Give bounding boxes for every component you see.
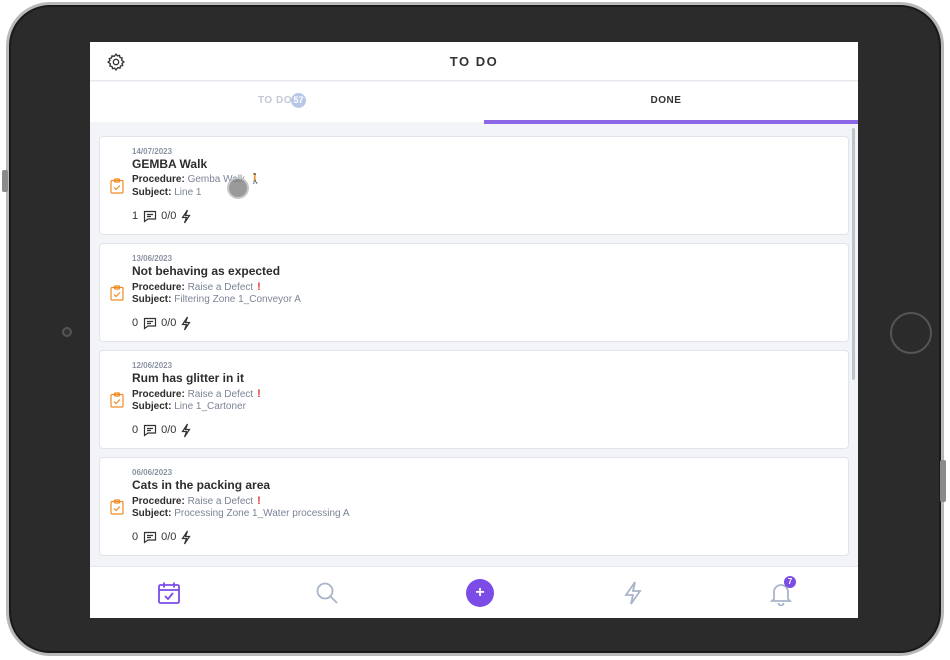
procedure-value: Raise a Defect <box>187 496 254 507</box>
camera <box>62 327 72 337</box>
task-card[interactable]: 13/06/2023 Not behaving as expected Proc… <box>99 243 849 342</box>
task-list: 14/07/2023 GEMBA Walk Procedure: Gemba W… <box>99 136 849 566</box>
subject-label: Subject: <box>132 508 172 519</box>
side-button <box>2 170 8 192</box>
tab-bar: TO DO57 DONE <box>90 82 858 122</box>
notification-badge: 7 <box>784 576 796 588</box>
clipboard-icon <box>110 178 124 194</box>
active-tab-indicator <box>484 120 858 124</box>
card-procedure: Procedure: Raise a Defect! <box>132 281 261 293</box>
bolt-icon[interactable] <box>620 580 646 606</box>
comment-count: 0 <box>132 424 139 436</box>
bolt-icon <box>181 530 192 544</box>
card-subject: Subject: Processing Zone 1_Water process… <box>132 508 350 519</box>
count-badge: 57 <box>290 92 306 108</box>
tab-label: TO DO <box>258 95 292 106</box>
bolt-icon <box>181 423 192 437</box>
subject-value: Processing Zone 1_Water processing A <box>174 508 350 519</box>
task-card[interactable]: 06/06/2023 Cats in the packing area Proc… <box>99 457 849 556</box>
subject-label: Subject: <box>132 187 172 198</box>
card-procedure: Procedure: Raise a Defect! <box>132 495 261 507</box>
card-date: 13/06/2023 <box>132 254 173 263</box>
add-icon: + <box>475 584 485 601</box>
tab-label: DONE <box>650 95 682 106</box>
bolt-icon <box>181 209 192 223</box>
comment-count: 0 <box>132 531 139 543</box>
clipboard-icon <box>110 285 124 301</box>
clipboard-icon <box>110 392 124 408</box>
comment-icon <box>144 531 157 544</box>
card-date: 12/06/2023 <box>132 361 173 370</box>
procedure-label: Procedure: <box>132 174 185 185</box>
scrollbar[interactable] <box>852 128 855 380</box>
procedure-label: Procedure: <box>132 282 185 293</box>
subject-label: Subject: <box>132 294 172 305</box>
exclamation-icon: ! <box>257 281 261 293</box>
exclamation-icon: ! <box>257 495 261 507</box>
procedure-value: Raise a Defect <box>187 389 254 400</box>
subject-value: Filtering Zone 1_Conveyor A <box>174 294 301 305</box>
top-bar: TO DO <box>90 42 858 81</box>
card-stats: 0 0/0 <box>132 315 195 331</box>
card-title: Rum has glitter in it <box>132 371 245 385</box>
bottom-nav: + 7 <box>90 566 858 618</box>
card-subject: Subject: Line 1 <box>132 187 201 198</box>
touch-indicator <box>227 177 249 199</box>
page-title: TO DO <box>449 54 499 69</box>
card-date: 06/06/2023 <box>132 468 173 477</box>
card-title: Cats in the packing area <box>132 478 271 492</box>
card-stats: 0 0/0 <box>132 529 195 545</box>
procedure-value: Raise a Defect <box>187 282 254 293</box>
tab-done[interactable]: DONE <box>474 82 858 122</box>
card-title: Not behaving as expected <box>132 264 281 278</box>
card-stats: 1 0/0 <box>132 208 195 224</box>
action-count: 0/0 <box>161 531 177 543</box>
comment-count: 1 <box>132 210 139 222</box>
comment-icon <box>144 424 157 437</box>
comment-icon <box>144 210 157 223</box>
action-count: 0/0 <box>161 424 177 436</box>
card-procedure: Procedure: Raise a Defect! <box>132 388 261 400</box>
subject-label: Subject: <box>132 401 172 412</box>
procedure-label: Procedure: <box>132 496 185 507</box>
action-count: 0/0 <box>161 317 177 329</box>
home-button[interactable] <box>890 312 932 354</box>
calendar-icon[interactable] <box>156 580 182 606</box>
task-card[interactable]: 12/06/2023 Rum has glitter in it Procedu… <box>99 350 849 449</box>
task-card[interactable]: 14/07/2023 GEMBA Walk Procedure: Gemba W… <box>99 136 849 235</box>
search-icon[interactable] <box>314 580 340 606</box>
exclamation-icon: ! <box>257 388 261 400</box>
side-button <box>940 478 946 502</box>
add-button[interactable]: + <box>466 579 494 607</box>
comment-count: 0 <box>132 317 139 329</box>
app-screen: TO DO TO DO57 DONE 14/07/2023 GEMBA Walk… <box>90 42 858 618</box>
subject-value: Line 1_Cartoner <box>174 401 246 412</box>
card-date: 14/07/2023 <box>132 147 173 156</box>
card-title: GEMBA Walk <box>132 157 208 171</box>
card-subject: Subject: Line 1_Cartoner <box>132 401 246 412</box>
subject-value: Line 1 <box>174 187 202 198</box>
bolt-icon <box>181 316 192 330</box>
tab-todo[interactable]: TO DO57 <box>90 82 474 122</box>
card-subject: Subject: Filtering Zone 1_Conveyor A <box>132 294 301 305</box>
comment-icon <box>144 317 157 330</box>
procedure-label: Procedure: <box>132 389 185 400</box>
walking-person-icon: 🚶 <box>249 174 262 185</box>
notifications-button[interactable]: 7 <box>768 576 796 607</box>
card-stats: 0 0/0 <box>132 422 195 438</box>
action-count: 0/0 <box>161 210 177 222</box>
clipboard-icon <box>110 499 124 515</box>
